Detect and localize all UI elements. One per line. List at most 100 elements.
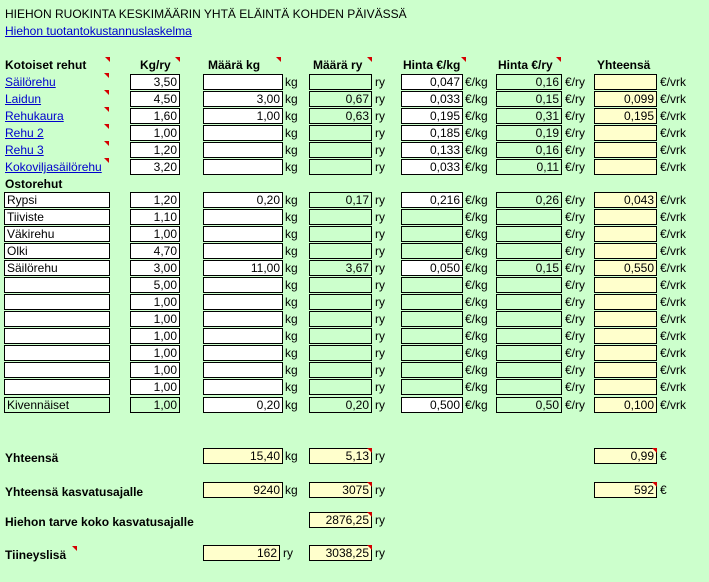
feed-name-cell[interactable]: Tiiviste bbox=[4, 209, 110, 225]
comment-marker[interactable] bbox=[276, 57, 281, 62]
cell-maarakg[interactable] bbox=[203, 311, 283, 327]
feed-name-cell[interactable]: Rypsi bbox=[4, 192, 110, 208]
comment-marker[interactable] bbox=[556, 57, 561, 62]
feed-link[interactable]: Laidun bbox=[5, 92, 41, 106]
comment-marker[interactable] bbox=[104, 124, 109, 129]
cell-hintakg[interactable] bbox=[401, 362, 463, 378]
comment-marker[interactable] bbox=[652, 448, 657, 453]
cell-maarakg[interactable] bbox=[203, 226, 283, 242]
cell-kgry[interactable]: 1,00 bbox=[130, 311, 180, 327]
cell-maarakg[interactable] bbox=[203, 209, 283, 225]
cell-kgry[interactable]: 1,00 bbox=[130, 397, 180, 413]
cell-hintakg[interactable]: 0,050 bbox=[401, 260, 463, 276]
cell-kgry[interactable]: 3,20 bbox=[130, 159, 180, 175]
cell-maarakg[interactable] bbox=[203, 294, 283, 310]
cell-kgry[interactable]: 4,70 bbox=[130, 243, 180, 259]
cost-calculation-link[interactable]: Hiehon tuotantokustannuslaskelma bbox=[5, 24, 192, 38]
cell-maarakg[interactable] bbox=[203, 379, 283, 395]
cell-hintakg[interactable]: 0,033 bbox=[401, 91, 463, 107]
comment-marker[interactable] bbox=[367, 448, 372, 453]
feed-name-cell[interactable] bbox=[4, 328, 110, 344]
comment-marker[interactable] bbox=[72, 546, 77, 551]
feed-name-cell[interactable] bbox=[4, 379, 110, 395]
comment-marker[interactable] bbox=[104, 141, 109, 146]
cell-kgry[interactable]: 1,10 bbox=[130, 209, 180, 225]
cell-hintakg[interactable]: 0,195 bbox=[401, 108, 463, 124]
cell-hintakg[interactable] bbox=[401, 209, 463, 225]
comment-marker[interactable] bbox=[461, 57, 466, 62]
cell-hintakg[interactable] bbox=[401, 243, 463, 259]
unit-evrk: €/vrk bbox=[660, 329, 687, 343]
feed-name-cell[interactable] bbox=[4, 294, 110, 310]
comment-marker[interactable] bbox=[104, 158, 109, 163]
cell-kgry[interactable]: 1,00 bbox=[130, 294, 180, 310]
pregnancy-extra-ry[interactable]: 162 bbox=[203, 545, 280, 561]
cell-hintakg[interactable]: 0,047 bbox=[401, 74, 463, 90]
cell-maarakg[interactable] bbox=[203, 345, 283, 361]
cell-kgry[interactable]: 1,00 bbox=[130, 125, 180, 141]
feed-link[interactable]: Kokoviljasäilörehu bbox=[5, 160, 102, 174]
cell-hintakg[interactable] bbox=[401, 379, 463, 395]
cell-maarakg[interactable]: 0,20 bbox=[203, 192, 283, 208]
feed-name-cell[interactable] bbox=[4, 311, 110, 327]
feed-name-cell[interactable] bbox=[4, 277, 110, 293]
cell-maarakg[interactable] bbox=[203, 74, 283, 90]
cell-maarakg[interactable] bbox=[203, 159, 283, 175]
cell-hintakg[interactable]: 0,133 bbox=[401, 142, 463, 158]
feed-name-cell[interactable]: Väkirehu bbox=[4, 226, 110, 242]
cell-kgry[interactable]: 1,00 bbox=[130, 226, 180, 242]
feed-name-cell[interactable] bbox=[4, 345, 110, 361]
cell-kgry[interactable]: 1,00 bbox=[130, 379, 180, 395]
cell-kgry[interactable]: 1,20 bbox=[130, 142, 180, 158]
cell-kgry[interactable]: 1,00 bbox=[130, 362, 180, 378]
feed-link[interactable]: Säilörehu bbox=[5, 75, 56, 89]
comment-marker[interactable] bbox=[104, 90, 109, 95]
cell-hintakg[interactable] bbox=[401, 294, 463, 310]
cell-maarakg[interactable] bbox=[203, 277, 283, 293]
cell-maarakg[interactable]: 0,20 bbox=[203, 397, 283, 413]
cell-hintakg[interactable] bbox=[401, 277, 463, 293]
comment-marker[interactable] bbox=[104, 107, 109, 112]
cell-maarakg[interactable] bbox=[203, 328, 283, 344]
comment-marker[interactable] bbox=[367, 482, 372, 487]
cell-maarakg[interactable]: 3,00 bbox=[203, 91, 283, 107]
unit-evrk: €/vrk bbox=[660, 92, 687, 106]
cell-hintakg[interactable] bbox=[401, 328, 463, 344]
cell-kgry[interactable]: 4,50 bbox=[130, 91, 180, 107]
cell-hintakg[interactable]: 0,185 bbox=[401, 125, 463, 141]
feed-name-cell[interactable] bbox=[4, 362, 110, 378]
cell-kgry[interactable]: 1,00 bbox=[130, 328, 180, 344]
cell-kgry[interactable]: 3,50 bbox=[130, 74, 180, 90]
feed-name-cell[interactable]: Kivennäiset bbox=[4, 397, 110, 413]
feed-link[interactable]: Rehu 2 bbox=[5, 126, 44, 140]
comment-marker[interactable] bbox=[367, 57, 372, 62]
cell-maarakg[interactable] bbox=[203, 125, 283, 141]
cell-hintakg[interactable] bbox=[401, 226, 463, 242]
comment-marker[interactable] bbox=[367, 512, 372, 517]
feed-link[interactable]: Rehukaura bbox=[5, 109, 64, 123]
cell-maarakg[interactable] bbox=[203, 142, 283, 158]
cell-hintakg[interactable] bbox=[401, 311, 463, 327]
comment-marker[interactable] bbox=[105, 57, 110, 62]
cell-maarakg[interactable] bbox=[203, 243, 283, 259]
comment-marker[interactable] bbox=[104, 73, 109, 78]
feed-name-cell[interactable]: Olki bbox=[4, 243, 110, 259]
cell-kgry[interactable]: 3,00 bbox=[130, 260, 180, 276]
cell-maarary: 0,67 bbox=[309, 91, 372, 107]
comment-marker[interactable] bbox=[175, 57, 180, 62]
cell-kgry[interactable]: 5,00 bbox=[130, 277, 180, 293]
cell-kgry[interactable]: 1,00 bbox=[130, 345, 180, 361]
feed-name-cell[interactable]: Säilörehu bbox=[4, 260, 110, 276]
cell-maarakg[interactable]: 11,00 bbox=[203, 260, 283, 276]
cell-kgry[interactable]: 1,20 bbox=[130, 192, 180, 208]
cell-maarakg[interactable]: 1,00 bbox=[203, 108, 283, 124]
cell-kgry[interactable]: 1,60 bbox=[130, 108, 180, 124]
cell-hintakg[interactable]: 0,500 bbox=[401, 397, 463, 413]
cell-hintakg[interactable]: 0,216 bbox=[401, 192, 463, 208]
feed-link[interactable]: Rehu 3 bbox=[5, 143, 44, 157]
comment-marker[interactable] bbox=[652, 482, 657, 487]
comment-marker[interactable] bbox=[367, 545, 372, 550]
cell-hintakg[interactable]: 0,033 bbox=[401, 159, 463, 175]
cell-maarakg[interactable] bbox=[203, 362, 283, 378]
cell-hintakg[interactable] bbox=[401, 345, 463, 361]
